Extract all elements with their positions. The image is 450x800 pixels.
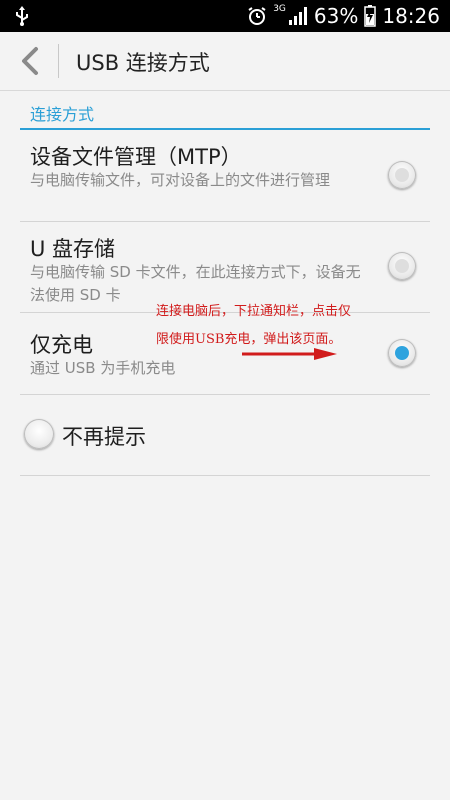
dont-remind-label[interactable]: 不再提示	[62, 421, 146, 451]
section-header: 连接方式	[30, 105, 95, 124]
option-title: U 盘存储	[30, 237, 116, 261]
back-icon[interactable]	[14, 44, 46, 78]
usb-icon	[16, 6, 28, 26]
section-divider	[20, 128, 430, 130]
annotation-line-1: 连接电脑后，下拉通知栏，点击仅	[156, 304, 352, 319]
arrow-icon	[242, 348, 337, 360]
battery-percent: 63%	[313, 4, 359, 28]
page-title: USB 连接方式	[76, 51, 210, 75]
row-divider	[20, 394, 430, 395]
option-title: 设备文件管理（MTP）	[30, 145, 242, 169]
status-bar: 3G 63% 18:26	[0, 0, 450, 32]
option-subtitle: 与电脑传输文件，可对设备上的文件进行管理	[30, 171, 331, 189]
option-title: 仅充电	[30, 333, 93, 357]
option-radio-selected[interactable]	[388, 339, 416, 367]
option-radio[interactable]	[388, 161, 416, 189]
signal-icon	[288, 7, 307, 25]
network-type: 3G	[273, 4, 286, 14]
dont-remind-checkbox[interactable]	[24, 419, 54, 449]
row-divider	[20, 475, 430, 476]
action-bar-divider	[58, 44, 59, 78]
option-radio[interactable]	[388, 252, 416, 280]
battery-charging-icon	[364, 5, 377, 27]
alarm-icon	[248, 7, 266, 25]
action-bar: USB 连接方式	[0, 32, 450, 91]
clock: 18:26	[382, 4, 440, 28]
row-divider	[20, 221, 430, 222]
status-right: 3G 63% 18:26	[247, 0, 440, 32]
